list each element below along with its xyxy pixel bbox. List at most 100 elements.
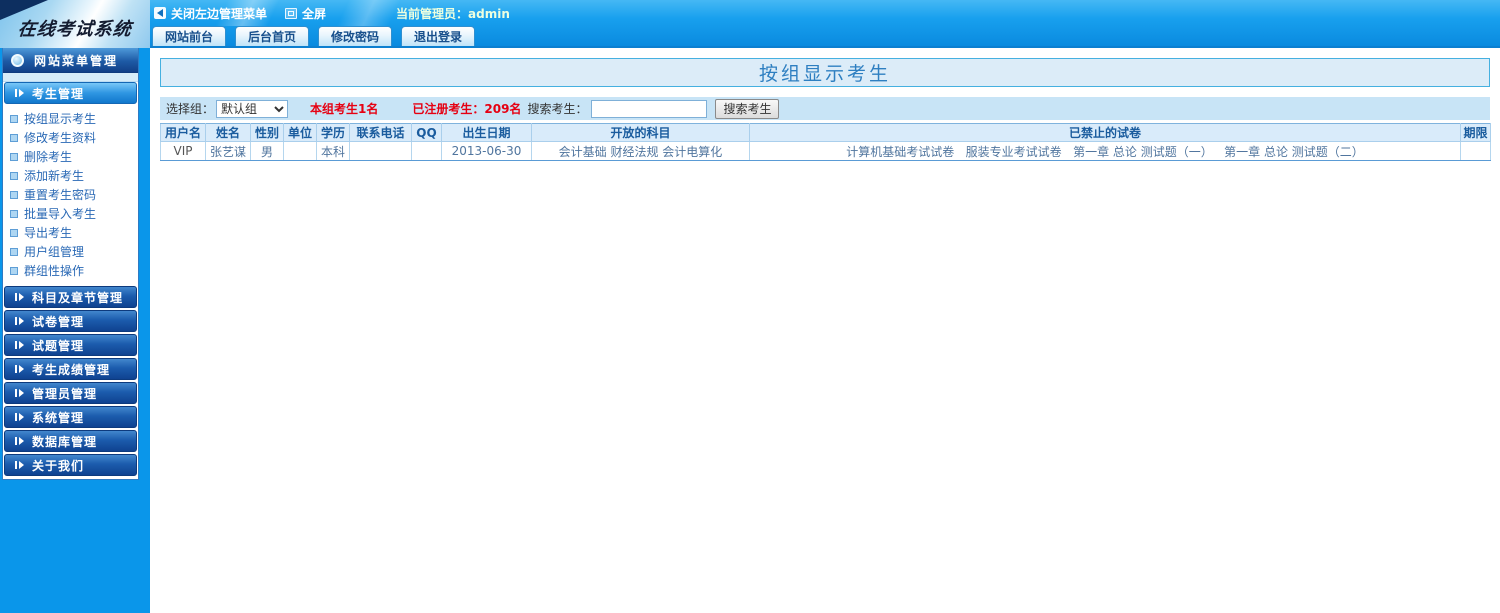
- play-bar-icon: [15, 461, 24, 469]
- main-content: 按组显示考生 选择组： 默认组 本组考生1名 已注册考生：209名 搜索考生： …: [150, 50, 1500, 613]
- sidebar-section-system[interactable]: 系统管理: [4, 406, 137, 428]
- sidebar-section-examinee-management[interactable]: 考生管理: [4, 82, 137, 104]
- sidebar-item-list: 按组显示考生 修改考生资料 删除考生 添加新考生 重置考生密码 批量导入考生: [3, 104, 138, 284]
- top-header: 关闭左边管理菜单 全屏 当前管理员：admin 网站前台 后台首页 修改密码 退…: [150, 0, 1500, 48]
- filter-bar: 选择组： 默认组 本组考生1名 已注册考生：209名 搜索考生： 搜索考生: [160, 97, 1490, 120]
- sidebar-item-delete-examinee[interactable]: 删除考生: [3, 147, 138, 166]
- section-label: 考生成绩管理: [32, 361, 110, 378]
- sidebar-item-label: 删除考生: [24, 148, 72, 165]
- search-input[interactable]: [591, 100, 707, 118]
- square-bullet-icon: [10, 248, 18, 256]
- sidebar-header: 网站菜单管理: [3, 48, 138, 73]
- play-bar-icon: [15, 341, 24, 349]
- section-label: 试卷管理: [32, 313, 84, 330]
- sidebar-item-label: 按组显示考生: [24, 110, 96, 127]
- sidebar-item-edit-examinee[interactable]: 修改考生资料: [3, 128, 138, 147]
- col-username: 用户名: [161, 124, 206, 142]
- sidebar-item-show-by-group[interactable]: 按组显示考生: [3, 109, 138, 128]
- sidebar-item-reset-password[interactable]: 重置考生密码: [3, 185, 138, 204]
- table-header-row: 用户名 姓名 性别 单位 学历 联系电话 QQ 出生日期 开放的科目 已禁止的试…: [161, 124, 1491, 142]
- group-select-label: 选择组：: [166, 100, 214, 117]
- sidebar-menu: 网站菜单管理 考生管理 按组显示考生 修改考生资料 删除考生 添加新考生: [2, 48, 139, 480]
- group-select[interactable]: 默认组: [216, 100, 288, 118]
- close-menu-label: 关闭左边管理菜单: [171, 5, 267, 22]
- sidebar-item-user-group[interactable]: 用户组管理: [3, 242, 138, 261]
- play-bar-icon: [15, 413, 24, 421]
- cell-unit: [284, 142, 317, 161]
- section-label: 科目及章节管理: [32, 289, 123, 306]
- sidebar-section-database[interactable]: 数据库管理: [4, 430, 137, 452]
- sidebar-item-label: 批量导入考生: [24, 205, 96, 222]
- sidebar-item-label: 添加新考生: [24, 167, 84, 184]
- sidebar-item-export-examinee[interactable]: 导出考生: [3, 223, 138, 242]
- col-gender: 性别: [251, 124, 284, 142]
- logo: 在线考试系统: [0, 0, 150, 48]
- col-qq: QQ: [412, 124, 442, 142]
- sidebar-section-questions[interactable]: 试题管理: [4, 334, 137, 356]
- square-bullet-icon: [10, 267, 18, 275]
- top-tabs: 网站前台 后台首页 修改密码 退出登录: [152, 26, 475, 46]
- play-bar-icon: [15, 365, 24, 373]
- close-left-menu-button[interactable]: 关闭左边管理菜单: [154, 5, 267, 22]
- tab-change-password[interactable]: 修改密码: [318, 26, 392, 46]
- play-bar-icon: [15, 89, 24, 97]
- examinee-table: 用户名 姓名 性别 单位 学历 联系电话 QQ 出生日期 开放的科目 已禁止的试…: [160, 123, 1491, 161]
- fullscreen-label: 全屏: [302, 5, 326, 22]
- square-bullet-icon: [10, 210, 18, 218]
- page-title: 按组显示考生: [759, 59, 891, 86]
- sidebar-item-label: 导出考生: [24, 224, 72, 241]
- page-title-bar: 按组显示考生: [160, 58, 1490, 87]
- play-bar-icon: [15, 437, 24, 445]
- square-bullet-icon: [10, 115, 18, 123]
- table-row: VIP 张艺谋 男 本科 2013-06-30 会计基础 财经法规 会计电算化 …: [161, 142, 1491, 161]
- current-admin-label: 当前管理员：admin: [396, 5, 510, 22]
- section-label: 关于我们: [32, 457, 84, 474]
- col-deadline: 期限: [1461, 124, 1491, 142]
- search-button[interactable]: 搜索考生: [715, 99, 779, 119]
- tab-site-front[interactable]: 网站前台: [152, 26, 226, 46]
- section-label: 考生管理: [32, 85, 84, 102]
- tab-backend-home[interactable]: 后台首页: [235, 26, 309, 46]
- section-label: 数据库管理: [32, 433, 97, 450]
- sidebar-gap: [3, 73, 138, 82]
- sidebar-section-admins[interactable]: 管理员管理: [4, 382, 137, 404]
- logo-title: 在线考试系统: [0, 15, 150, 41]
- registered-count-text: 已注册考生：209名: [412, 100, 521, 117]
- play-bar-icon: [15, 389, 24, 397]
- section-label: 试题管理: [32, 337, 84, 354]
- cell-name: 张艺谋: [206, 142, 251, 161]
- cell-birthdate: 2013-06-30: [442, 142, 532, 161]
- sidebar-item-label: 用户组管理: [24, 243, 84, 260]
- sidebar-item-group-operation[interactable]: 群组性操作: [3, 261, 138, 280]
- col-birthdate: 出生日期: [442, 124, 532, 142]
- sidebar-section-about[interactable]: 关于我们: [4, 454, 137, 476]
- col-name: 姓名: [206, 124, 251, 142]
- sidebar-section-scores[interactable]: 考生成绩管理: [4, 358, 137, 380]
- sidebar-item-label: 重置考生密码: [24, 186, 96, 203]
- section-label: 管理员管理: [32, 385, 97, 402]
- search-label: 搜索考生：: [527, 100, 587, 117]
- fullscreen-button[interactable]: 全屏: [285, 5, 326, 22]
- cell-username: VIP: [161, 142, 206, 161]
- square-bullet-icon: [10, 153, 18, 161]
- tab-logout[interactable]: 退出登录: [401, 26, 475, 46]
- cell-phone: [350, 142, 412, 161]
- cell-gender: 男: [251, 142, 284, 161]
- sidebar-item-label: 修改考生资料: [24, 129, 96, 146]
- play-bar-icon: [15, 293, 24, 301]
- sidebar-section-subjects[interactable]: 科目及章节管理: [4, 286, 137, 308]
- cell-education: 本科: [317, 142, 350, 161]
- sidebar-section-papers[interactable]: 试卷管理: [4, 310, 137, 332]
- sidebar-item-add-examinee[interactable]: 添加新考生: [3, 166, 138, 185]
- left-column: 在线考试系统 网站菜单管理 考生管理 按组显示考生 修改考生资料 删除考生: [0, 0, 150, 613]
- col-phone: 联系电话: [350, 124, 412, 142]
- cell-deadline: [1461, 142, 1491, 161]
- cell-banned-papers: 计算机基础考试试卷 服装专业考试试卷 第一章 总论 测试题（一） 第一章 总论 …: [750, 142, 1461, 161]
- section-label: 系统管理: [32, 409, 84, 426]
- sidebar-item-label: 群组性操作: [24, 262, 84, 279]
- col-education: 学历: [317, 124, 350, 142]
- col-unit: 单位: [284, 124, 317, 142]
- sidebar-item-batch-import[interactable]: 批量导入考生: [3, 204, 138, 223]
- play-bar-icon: [15, 317, 24, 325]
- cell-open-subjects: 会计基础 财经法规 会计电算化: [532, 142, 750, 161]
